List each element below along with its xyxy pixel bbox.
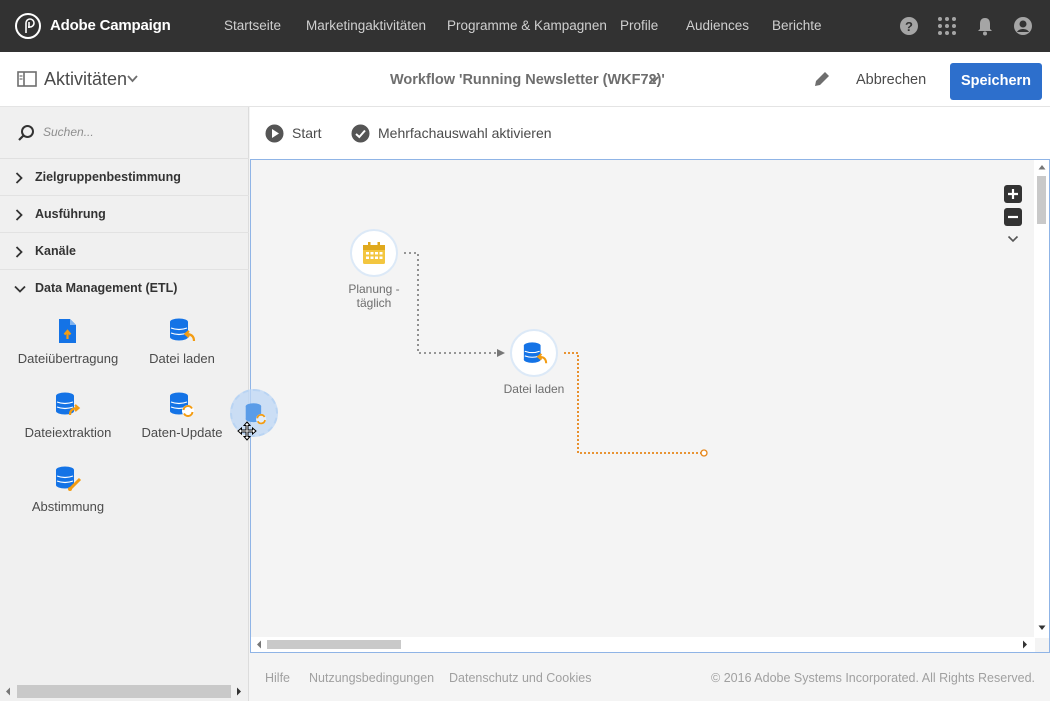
canvas-toolbar: Start Mehrfachauswahl aktivieren: [250, 107, 1050, 159]
horizontal-scroll-thumb[interactable]: [267, 640, 401, 649]
scroll-down-arrow-icon[interactable]: [1038, 625, 1046, 631]
activity-label: Dateiextraktion: [24, 425, 112, 440]
workflow-canvas[interactable]: Planung - täglich Datei laden: [250, 159, 1050, 653]
chevron-right-icon: [15, 209, 23, 221]
adobe-campaign-logo-icon[interactable]: [15, 13, 41, 39]
footer: Hilfe Nutzungsbedingungen Datenschutz un…: [250, 655, 1050, 701]
play-icon[interactable]: [265, 124, 284, 143]
scroll-up-arrow-icon[interactable]: [1038, 164, 1046, 170]
activity-tile-load-file[interactable]: Datei laden: [127, 317, 237, 366]
footer-copyright: © 2016 Adobe Systems Incorporated. All R…: [711, 671, 1035, 685]
activity-label: Daten-Update: [141, 425, 223, 440]
svg-text:?: ?: [905, 19, 913, 34]
workflow-title[interactable]: Workflow 'Running Newsletter (WKF72)': [390, 72, 665, 88]
node-label-line: Planung -: [348, 282, 400, 296]
check-circle-icon[interactable]: [351, 124, 370, 143]
canvas-horizontal-scrollbar[interactable]: [251, 637, 1035, 652]
canvas-vertical-scrollbar[interactable]: [1034, 160, 1049, 638]
node-load-file[interactable]: [510, 329, 558, 377]
chevron-down-icon[interactable]: [127, 75, 138, 83]
notifications-bell-icon[interactable]: [975, 16, 995, 36]
reconciliation-icon: [56, 466, 82, 491]
zoom-options-chevron-down-icon[interactable]: [1007, 235, 1019, 243]
activity-tile-reconciliation[interactable]: Abstimmung: [13, 465, 123, 514]
scroll-right-arrow-icon[interactable]: [236, 687, 242, 696]
help-icon[interactable]: ?: [899, 16, 919, 36]
category-kanaele[interactable]: Kanäle: [0, 233, 249, 270]
vertical-scroll-thumb[interactable]: [1037, 176, 1046, 224]
nav-programme-kampagnen[interactable]: Programme & Kampagnen: [447, 18, 607, 33]
activity-label: Abstimmung: [31, 499, 105, 514]
activity-label: Dateiübertragung: [17, 351, 119, 366]
update-data-icon: [170, 392, 194, 417]
save-button[interactable]: Speichern: [950, 63, 1042, 100]
nav-startseite[interactable]: Startseite: [224, 18, 281, 33]
scroll-left-arrow-icon[interactable]: [5, 687, 11, 696]
category-label: Zielgruppenbestimmung: [35, 170, 181, 184]
category-label: Data Management (ETL): [35, 281, 178, 295]
scroll-right-arrow-icon[interactable]: [1022, 640, 1028, 649]
cancel-button[interactable]: Abbrechen: [856, 72, 926, 88]
activity-tile-extract-file[interactable]: Dateiextraktion: [13, 391, 123, 440]
nav-audiences[interactable]: Audiences: [686, 18, 749, 33]
scroll-left-arrow-icon[interactable]: [256, 640, 262, 649]
multiselect-toggle[interactable]: Mehrfachauswahl aktivieren: [378, 125, 552, 141]
search-box[interactable]: Suchen...: [0, 107, 249, 159]
nav-marketingaktivitaeten[interactable]: Marketingaktivitäten: [306, 18, 426, 33]
user-avatar-icon[interactable]: [1013, 16, 1033, 36]
extract-file-icon: [56, 392, 81, 416]
workflow-chevron-down-icon[interactable]: [649, 76, 659, 83]
activity-tile-file-transfer[interactable]: Dateiübertragung: [13, 317, 123, 366]
start-button[interactable]: Start: [292, 125, 322, 141]
sidebar-horizontal-scrollbar[interactable]: [17, 685, 231, 698]
search-icon: [18, 125, 34, 141]
activity-tile-update-data[interactable]: Daten-Update: [127, 391, 237, 440]
node-scheduler[interactable]: [350, 229, 398, 277]
category-zielgruppenbestimmung[interactable]: Zielgruppenbestimmung: [0, 159, 249, 196]
edit-pencil-icon[interactable]: [813, 70, 831, 88]
footer-link-terms[interactable]: Nutzungsbedingungen: [309, 671, 434, 685]
category-label: Kanäle: [35, 244, 76, 258]
load-file-icon: [523, 342, 548, 364]
activities-panel-title[interactable]: Aktivitäten: [44, 69, 127, 90]
app-name[interactable]: Adobe Campaign: [50, 17, 171, 34]
footer-link-help[interactable]: Hilfe: [265, 671, 290, 685]
node-scheduler-label: Planung - täglich: [335, 282, 413, 310]
calendar-icon: [363, 242, 385, 264]
chevron-down-icon: [14, 285, 26, 293]
chevron-right-icon: [15, 246, 23, 258]
category-label: Ausführung: [35, 207, 106, 221]
nav-berichte[interactable]: Berichte: [772, 18, 822, 33]
panel-toggle-icon[interactable]: [17, 71, 37, 87]
category-data-management-etl[interactable]: Data Management (ETL): [0, 270, 249, 307]
chevron-right-icon: [15, 172, 23, 184]
category-ausfuehrung[interactable]: Ausführung: [0, 196, 249, 233]
apps-grid-icon[interactable]: [937, 16, 957, 36]
nav-profile[interactable]: Profile: [620, 18, 658, 33]
activities-sidebar: Suchen... Zielgruppenbestimmung Ausführu…: [0, 107, 249, 701]
node-label-line: täglich: [356, 296, 392, 310]
workflow-header: Aktivitäten Workflow 'Running Newsletter…: [0, 52, 1050, 107]
activity-label: Datei laden: [149, 351, 215, 366]
node-load-file-label: Datei laden: [503, 382, 565, 396]
top-bar: Adobe Campaign Startseite Marketingaktiv…: [0, 0, 1050, 52]
file-transfer-icon: [59, 319, 76, 343]
search-input[interactable]: Suchen...: [43, 125, 94, 139]
footer-link-privacy[interactable]: Datenschutz und Cookies: [449, 671, 591, 685]
zoom-in-icon[interactable]: [1004, 185, 1022, 203]
load-file-icon: [170, 318, 196, 342]
zoom-out-icon[interactable]: [1004, 208, 1022, 226]
move-cursor-icon: [237, 421, 257, 441]
